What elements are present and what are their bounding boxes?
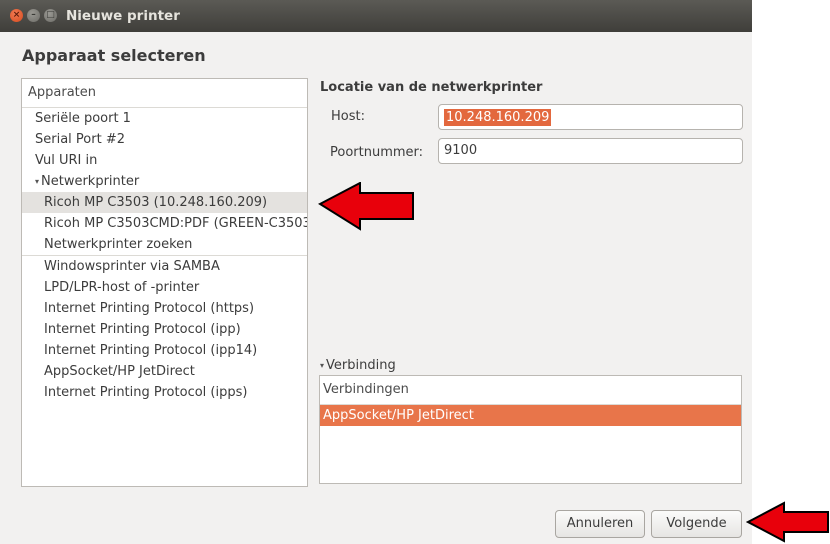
device-category-item[interactable]: Vul URI in	[22, 150, 307, 171]
connection-list[interactable]: Verbindingen AppSocket/HP JetDirect	[319, 375, 742, 484]
port-label: Poortnummer:	[330, 145, 424, 160]
connection-expander-label: Verbinding	[326, 358, 396, 373]
device-category-item[interactable]: ▾ Netwerkprinter	[22, 171, 307, 192]
device-item-label: Internet Printing Protocol (https)	[44, 301, 255, 316]
minimize-window-icon[interactable]: –	[27, 9, 40, 22]
device-list-item[interactable]: Ricoh MP C3503 (10.248.160.209)	[22, 192, 307, 213]
network-location-title: Locatie van de netwerkprinter	[320, 80, 543, 95]
device-list[interactable]: Apparaten Seriële poort 1 Serial Port #2 V…	[21, 78, 308, 487]
expander-triangle-icon: ▾	[35, 177, 40, 186]
device-list-item[interactable]: Internet Printing Protocol (https)	[22, 298, 307, 319]
window-title: Nieuwe printer	[66, 8, 180, 24]
device-item-label: AppSocket/HP JetDirect	[44, 364, 195, 379]
host-value: 10.248.160.209	[444, 109, 552, 126]
host-field[interactable]: 10.248.160.209	[438, 104, 743, 130]
red-arrow-icon	[746, 501, 829, 543]
device-item-label: Ricoh MP C3503CMD:PDF (GREEN-C3503)	[44, 216, 308, 231]
connection-item-selected[interactable]: AppSocket/HP JetDirect	[320, 405, 741, 426]
device-item-label: LPD/LPR-host of -printer	[44, 280, 200, 295]
cancel-button[interactable]: Annuleren	[555, 510, 645, 538]
port-input[interactable]	[444, 143, 724, 158]
device-item-label: Windowsprinter via SAMBA	[44, 259, 220, 274]
title-bar[interactable]: × – □ Nieuwe printer	[0, 0, 752, 32]
host-label: Host:	[331, 109, 365, 124]
device-item-label: Netwerkprinter zoeken	[44, 237, 193, 252]
device-list-item[interactable]: Ricoh MP C3503CMD:PDF (GREEN-C3503)	[22, 213, 307, 234]
device-item-label: Serial Port #2	[35, 132, 125, 147]
connection-list-header: Verbindingen	[320, 376, 741, 405]
red-arrow-icon	[318, 182, 414, 231]
close-window-icon[interactable]: ×	[10, 9, 23, 22]
connection-expander[interactable]: ▾ Verbinding	[320, 358, 396, 373]
device-item-label: Internet Printing Protocol (ipps)	[44, 385, 248, 400]
next-button[interactable]: Volgende	[651, 510, 742, 538]
device-item-label: Ricoh MP C3503 (10.248.160.209)	[44, 195, 268, 210]
page-title: Apparaat selecteren	[22, 46, 206, 65]
device-list-header: Apparaten	[22, 79, 307, 108]
device-item-label: Internet Printing Protocol (ipp)	[44, 322, 241, 337]
device-item-label: Netwerkprinter	[41, 174, 140, 189]
expander-triangle-icon: ▾	[320, 361, 325, 370]
device-list-item[interactable]: Netwerkprinter zoeken	[22, 234, 307, 255]
port-field[interactable]	[438, 138, 743, 164]
device-category-item[interactable]: Serial Port #2	[22, 129, 307, 150]
device-item-label: Seriële poort 1	[35, 111, 131, 126]
device-list-item[interactable]: AppSocket/HP JetDirect	[22, 361, 307, 382]
device-list-item[interactable]: Internet Printing Protocol (ipp)	[22, 319, 307, 340]
device-list-item[interactable]: Internet Printing Protocol (ipp14)	[22, 340, 307, 361]
device-list-item[interactable]: LPD/LPR-host of -printer	[22, 277, 307, 298]
device-list-item[interactable]: Internet Printing Protocol (ipps)	[22, 382, 307, 403]
device-item-label: Vul URI in	[35, 153, 98, 168]
device-category-item[interactable]: Seriële poort 1	[22, 108, 307, 129]
maximize-window-icon[interactable]: □	[44, 9, 57, 22]
device-list-item[interactable]: Windowsprinter via SAMBA	[22, 255, 307, 277]
device-item-label: Internet Printing Protocol (ipp14)	[44, 343, 258, 358]
